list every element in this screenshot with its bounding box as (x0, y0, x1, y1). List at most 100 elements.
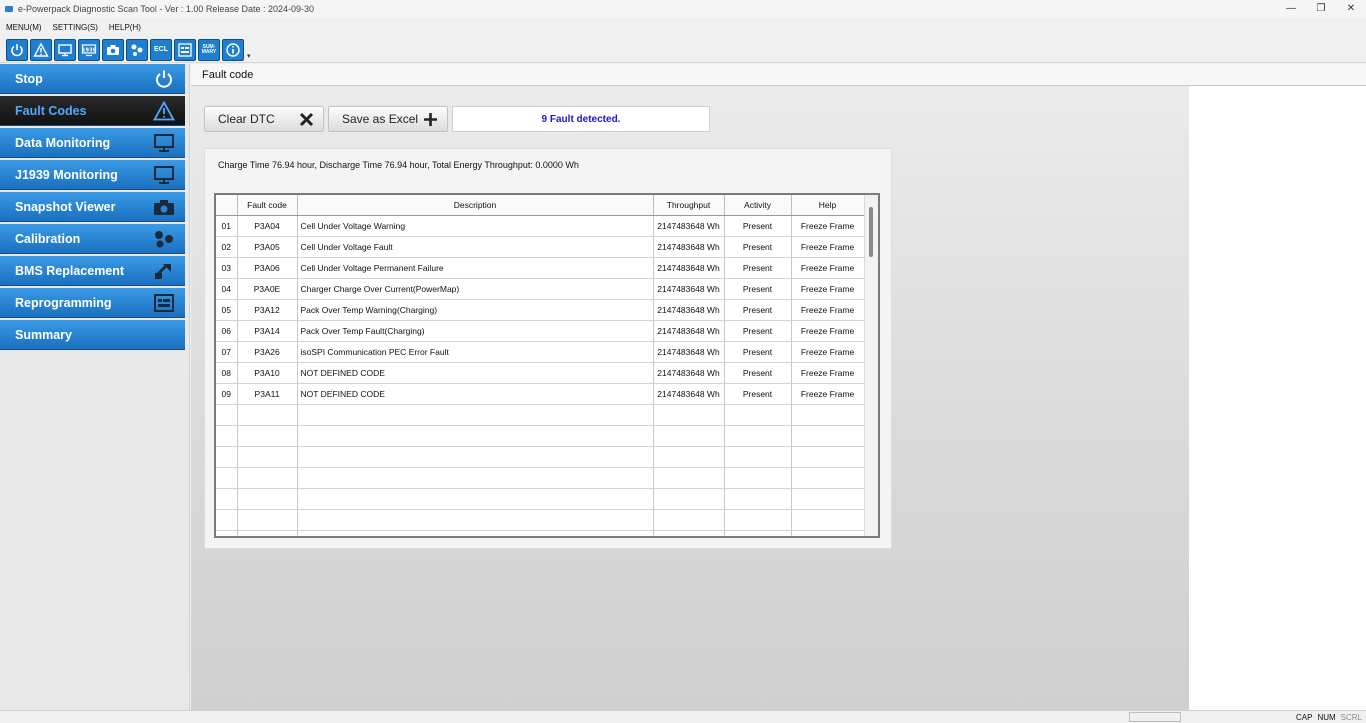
sidebar-item-reprogramming[interactable]: Reprogramming (0, 288, 185, 318)
table-scrollbar[interactable] (864, 195, 878, 536)
col-header-activity[interactable]: Activity (724, 195, 792, 216)
menu-help[interactable]: HELP(H) (109, 23, 141, 32)
sidebar-item-fault-codes[interactable]: Fault Codes (0, 96, 185, 126)
table-row[interactable]: 01 P3A04 Cell Under Voltage Warning 2147483… (216, 215, 865, 237)
clear-dtc-button[interactable]: Clear DTC (204, 106, 324, 132)
monitor-icon (154, 166, 174, 184)
table-row[interactable]: 05 P3A12 Pack Over Temp Warning(Charging) 2… (216, 299, 865, 321)
help-cell[interactable]: Freeze Frame (791, 215, 865, 237)
help-cell[interactable]: Freeze Frame (791, 341, 865, 363)
sidebar-item-data-monitoring[interactable]: Data Monitoring (0, 128, 185, 158)
toolbar-j1939-button[interactable]: 1939 (78, 38, 100, 61)
scrollbar-thumb[interactable] (869, 207, 873, 257)
sidebar-item-stop[interactable]: Stop (0, 64, 185, 94)
toolbar-ecl-button[interactable]: ECL (150, 38, 172, 61)
description-cell: NOT DEFINED CODE (297, 383, 654, 405)
fault-code-cell: P3A12 (237, 299, 298, 321)
empty-cell (216, 488, 238, 510)
sidebar-item-summary[interactable]: Summary (0, 320, 185, 350)
empty-cell (653, 404, 725, 426)
help-cell[interactable]: Freeze Frame (791, 236, 865, 258)
toolbar-monitor-button[interactable] (54, 38, 76, 61)
empty-cell (237, 425, 298, 447)
empty-cell (237, 467, 298, 489)
minimize-button[interactable]: — (1276, 3, 1306, 14)
col-header-description[interactable]: Description (297, 195, 654, 216)
activity-cell: Present (724, 362, 792, 384)
toolbar-fault-button[interactable] (30, 38, 52, 61)
empty-cell (216, 404, 238, 426)
reprogram-icon (178, 42, 192, 57)
fault-table-container: Fault code Description Throughput Activi… (214, 193, 880, 538)
description-cell: Cell Under Voltage Permanent Failure (297, 257, 654, 279)
empty-cell (653, 467, 725, 489)
toolbar-calibration-button[interactable] (126, 38, 148, 61)
help-cell[interactable]: Freeze Frame (791, 320, 865, 342)
help-cell[interactable]: Freeze Frame (791, 257, 865, 279)
table-row[interactable]: 04 P3A0E Charger Charge Over Current(Power… (216, 278, 865, 300)
table-row[interactable]: 06 P3A14 Pack Over Temp Fault(Charging) 214… (216, 320, 865, 342)
monitor-icon (154, 134, 174, 152)
fault-panel: Charge Time 76.94 hour, Discharge Time 7… (204, 148, 892, 549)
status-progress-box (1128, 712, 1181, 722)
description-cell: isoSPI Communication PEC Error Fault (297, 341, 654, 363)
empty-cell (724, 509, 792, 531)
table-row[interactable]: 08 P3A10 NOT DEFINED CODE 2147483648 Wh Pres… (216, 362, 865, 384)
empty-cell (297, 530, 654, 536)
row-index: 06 (216, 320, 238, 342)
empty-cell (653, 446, 725, 468)
sidebar-item-j1939-monitoring[interactable]: J1939 Monitoring (0, 160, 185, 190)
help-cell[interactable]: Freeze Frame (791, 362, 865, 384)
sidebar-item-snapshot-viewer[interactable]: Snapshot Viewer (0, 192, 185, 222)
status-bar: CAP NUM SCRL (0, 710, 1366, 723)
empty-cell (724, 488, 792, 510)
toolbar-info-button[interactable] (222, 38, 244, 61)
empty-row (216, 467, 865, 489)
toolbar-snapshot-button[interactable] (102, 38, 124, 61)
toolbar-reprogram-button[interactable] (174, 38, 196, 61)
sidebar-item-bms-replacement[interactable]: BMS Replacement (0, 256, 185, 286)
col-header-throughput[interactable]: Throughput (653, 195, 725, 216)
close-button[interactable]: ✕ (1336, 3, 1366, 14)
activity-cell: Present (724, 215, 792, 237)
menu-setting[interactable]: SETTING(S) (53, 23, 98, 32)
sidebar-item-label: Calibration (15, 231, 81, 246)
empty-cell (297, 467, 654, 489)
throughput-cell: 2147483648 Wh (653, 236, 725, 258)
sidebar-item-label: Reprogramming (15, 295, 112, 310)
warning-icon (152, 100, 176, 121)
table-row[interactable]: 07 P3A26 isoSPI Communication PEC Error Fa… (216, 341, 865, 363)
empty-cell (297, 425, 654, 447)
empty-cell (237, 530, 298, 536)
row-index: 02 (216, 236, 238, 258)
menu-main[interactable]: MENU(M) (6, 23, 42, 32)
close-icon (299, 112, 314, 127)
empty-cell (791, 530, 865, 536)
scroll-indicator: SCRL (1340, 712, 1362, 722)
maximize-button[interactable]: ❐ (1306, 3, 1336, 14)
table-row[interactable]: 02 P3A05 Cell Under Voltage Fault 214748364… (216, 236, 865, 258)
table-row[interactable]: 09 P3A11 NOT DEFINED CODE 2147483648 Wh Pres… (216, 383, 865, 405)
fault-table: Fault code Description Throughput Activi… (216, 195, 865, 536)
table-row[interactable]: 03 P3A06 Cell Under Voltage Permanent Fail… (216, 257, 865, 279)
col-header-fault-code[interactable]: Fault code (237, 195, 298, 216)
help-cell[interactable]: Freeze Frame (791, 278, 865, 300)
throughput-cell: 2147483648 Wh (653, 341, 725, 363)
save-excel-button[interactable]: Save as Excel (328, 106, 448, 132)
col-header-help[interactable]: Help (791, 195, 865, 216)
row-index: 03 (216, 257, 238, 279)
sidebar-item-label: Fault Codes (15, 103, 87, 118)
empty-row (216, 404, 865, 426)
empty-cell (297, 488, 654, 510)
toolbar-stop-button[interactable] (6, 38, 28, 61)
fault-code-cell: P3A10 (237, 362, 298, 384)
help-cell[interactable]: Freeze Frame (791, 383, 865, 405)
empty-cell (297, 446, 654, 468)
fault-table-body: 01 P3A04 Cell Under Voltage Warning 2147483… (216, 215, 865, 536)
activity-cell: Present (724, 236, 792, 258)
sidebar-item-calibration[interactable]: Calibration (0, 224, 185, 254)
toolbar-overflow-icon[interactable]: ▾ (247, 52, 251, 60)
energy-summary: Charge Time 76.94 hour, Discharge Time 7… (218, 160, 579, 170)
help-cell[interactable]: Freeze Frame (791, 299, 865, 321)
toolbar-summary-button[interactable]: SUM-MARY (198, 38, 220, 61)
